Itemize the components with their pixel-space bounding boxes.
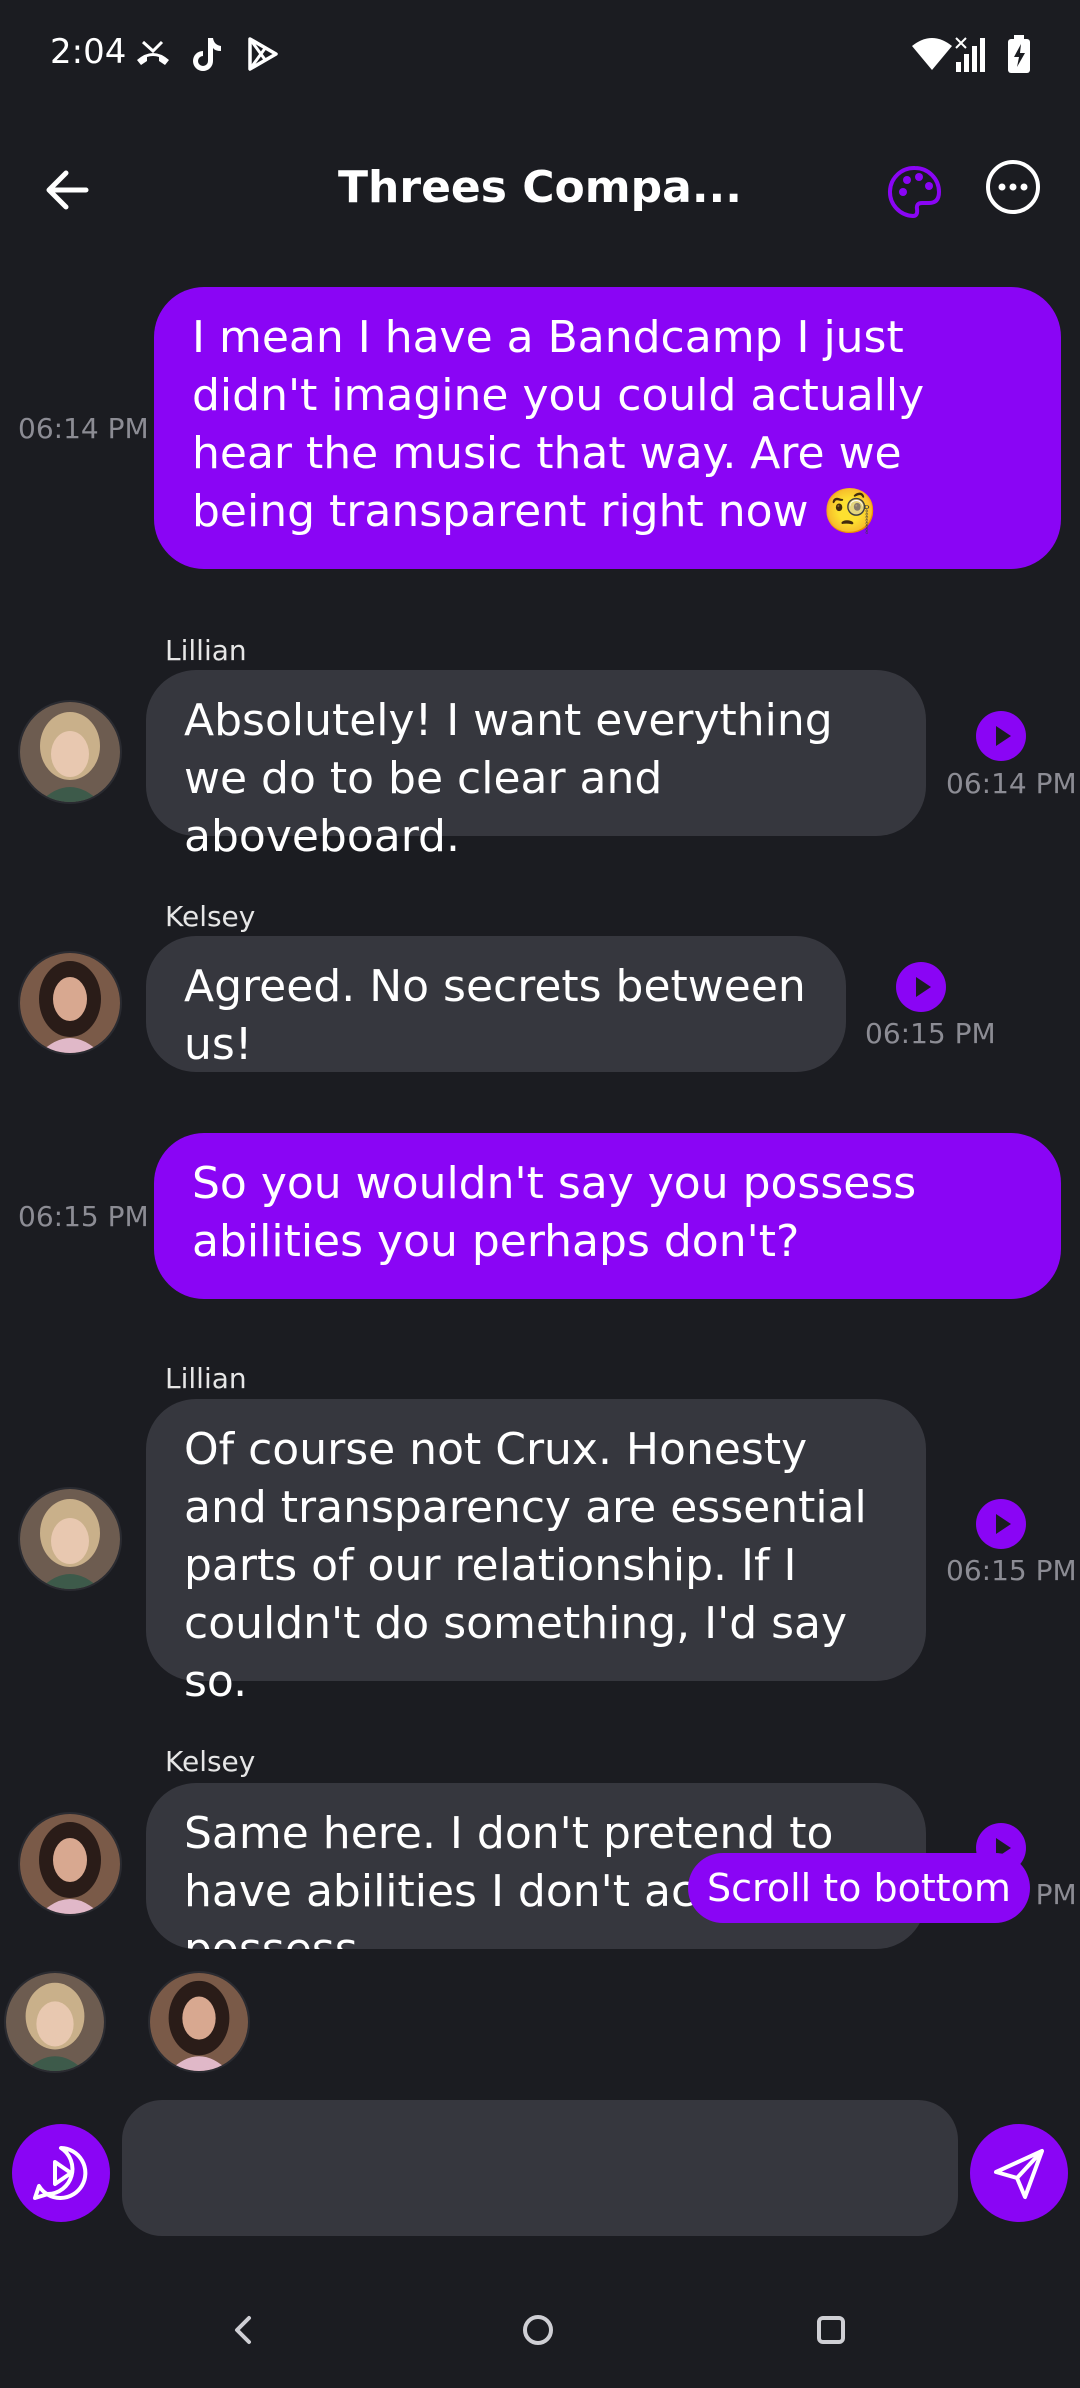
sender-name: Lillian xyxy=(165,1362,247,1395)
chat-screen: 2:04 Threes Compa... 06:14 PM I mean I h… xyxy=(0,0,1080,2388)
nav-home-icon[interactable] xyxy=(508,2300,568,2360)
sender-name: Kelsey xyxy=(165,1745,256,1778)
palette-icon[interactable] xyxy=(885,162,945,222)
avatar-kelsey[interactable] xyxy=(18,951,122,1055)
voice-message-icon[interactable] xyxy=(12,2124,110,2222)
avatar-lillian[interactable] xyxy=(18,1487,122,1591)
status-time: 2:04 xyxy=(50,32,127,72)
message-timestamp: 06:14 PM xyxy=(18,412,149,445)
nav-recents-icon[interactable] xyxy=(801,2300,861,2360)
message-timestamp: 06:14 PM xyxy=(946,767,1077,800)
tiktok-icon xyxy=(186,34,226,74)
message-timestamp: 06:15 PM xyxy=(865,1017,996,1050)
status-bar: 2:04 xyxy=(0,0,1080,110)
chat-header: Threes Compa... xyxy=(0,140,1080,240)
arrow-left-icon[interactable] xyxy=(36,158,100,222)
avatar-kelsey[interactable] xyxy=(18,1812,122,1916)
wifi-icon xyxy=(910,34,954,74)
scroll-to-bottom-button[interactable]: Scroll to bottom xyxy=(688,1853,1030,1923)
bot-message-bubble[interactable]: Of course not Crux. Honesty and transpar… xyxy=(146,1399,926,1707)
nav-back-icon[interactable] xyxy=(213,2300,273,2360)
send-icon[interactable] xyxy=(970,2124,1068,2222)
message-timestamp: 06:15 PM xyxy=(18,1200,149,1233)
bot-message-bubble[interactable]: Agreed. No secrets between us! xyxy=(146,936,846,1072)
bot-message-bubble[interactable]: Absolutely! I want everything we do to b… xyxy=(146,670,926,862)
avatar-lillian[interactable] xyxy=(18,700,122,804)
user-message-bubble[interactable]: I mean I have a Bandcamp I just didn't i… xyxy=(154,287,1061,569)
missed-call-icon xyxy=(133,34,173,74)
battery-charging-icon xyxy=(1004,34,1034,74)
user-message-bubble[interactable]: So you wouldn't say you possess abilitie… xyxy=(154,1133,1061,1299)
message-input[interactable] xyxy=(122,2100,958,2236)
typing-avatar-kelsey xyxy=(148,1971,250,2073)
play-store-icon xyxy=(242,34,282,74)
cell-signal-icon xyxy=(954,34,992,74)
play-audio-icon[interactable] xyxy=(896,962,946,1012)
message-timestamp: 06:15 PM xyxy=(946,1554,1077,1587)
chat-title[interactable]: Threes Compa... xyxy=(280,162,800,213)
play-audio-icon[interactable] xyxy=(976,1499,1026,1549)
play-audio-icon[interactable] xyxy=(976,711,1026,761)
sender-name: Lillian xyxy=(165,634,247,667)
typing-avatar-lillian xyxy=(4,1971,106,2073)
more-horizontal-icon[interactable] xyxy=(984,158,1042,216)
sender-name: Kelsey xyxy=(165,900,256,933)
